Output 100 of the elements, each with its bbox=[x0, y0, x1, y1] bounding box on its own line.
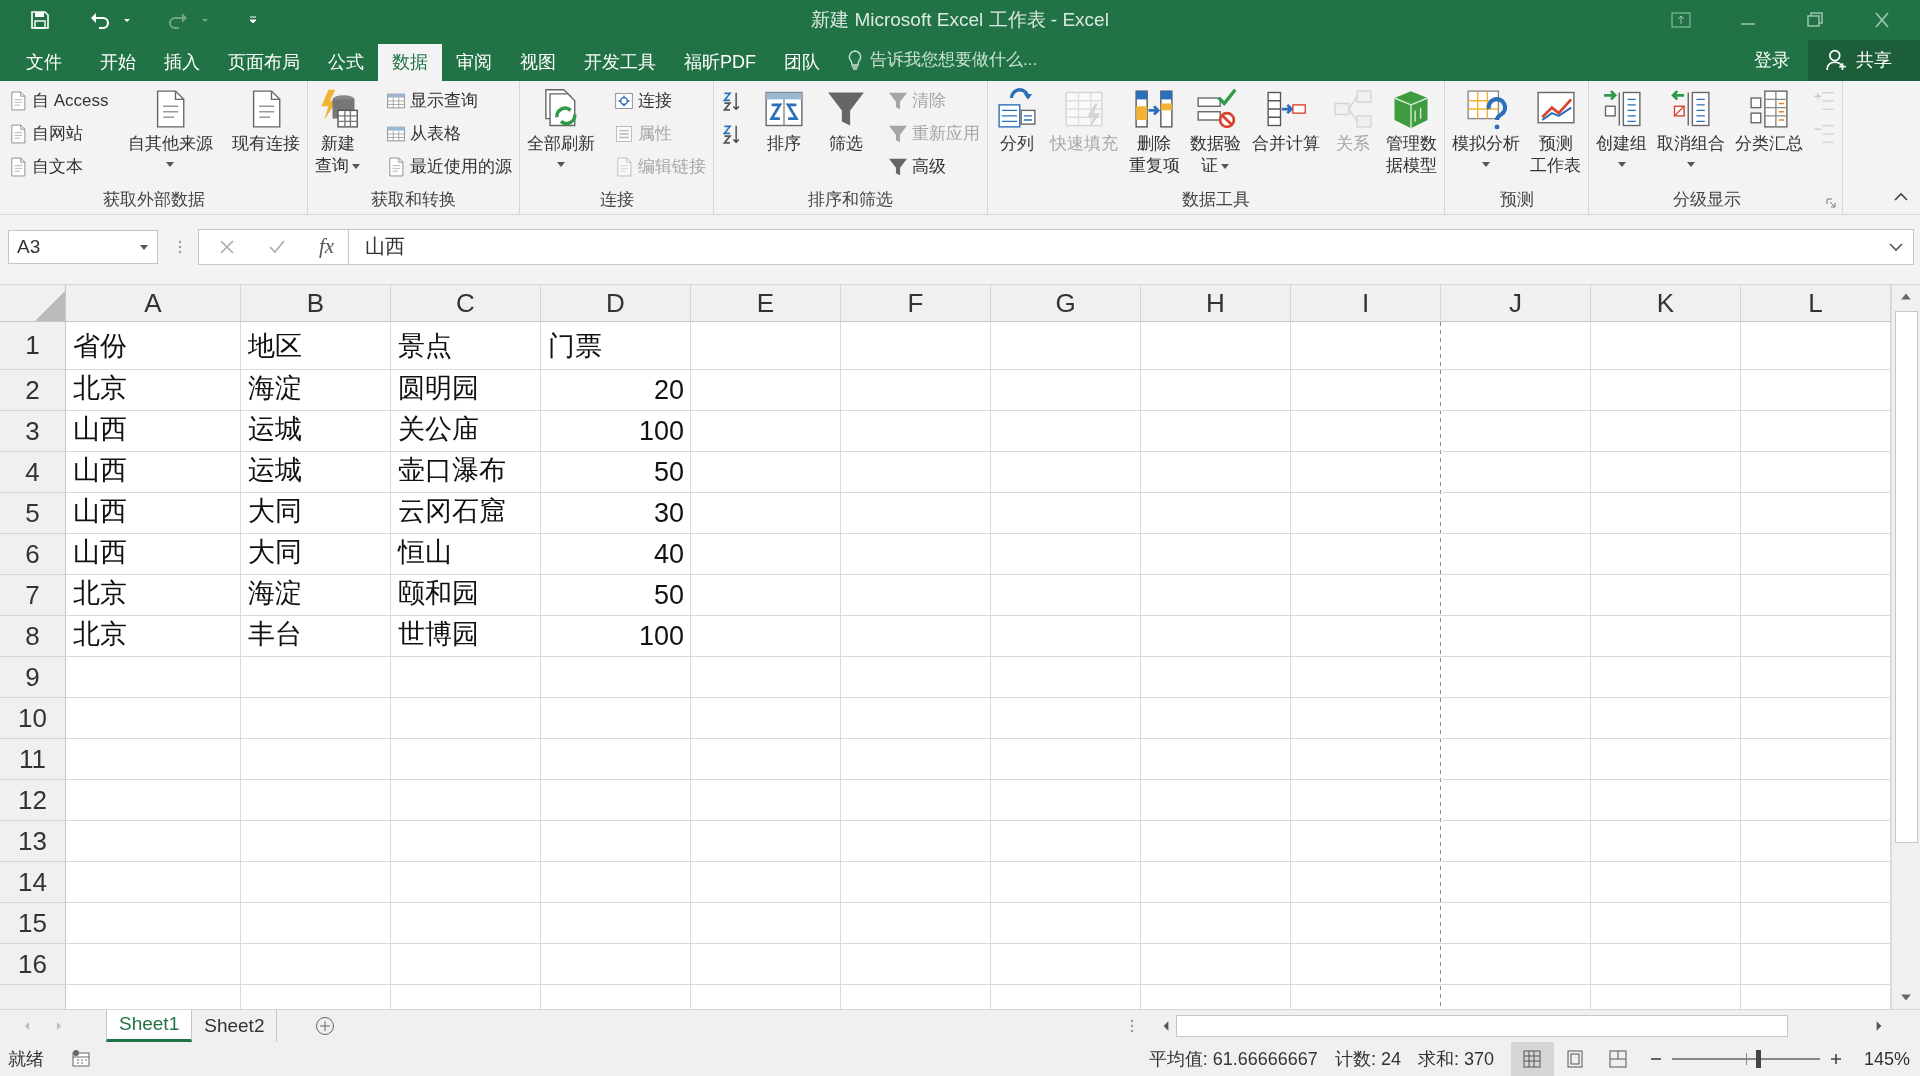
ribbon-button[interactable]: 自文本 bbox=[4, 150, 112, 183]
zoom-slider-thumb[interactable] bbox=[1755, 1050, 1761, 1068]
tell-me-field[interactable]: 告诉我您想要做什么... bbox=[868, 49, 1172, 72]
column-header[interactable]: E bbox=[691, 285, 841, 323]
column-header[interactable]: J bbox=[1441, 285, 1591, 323]
scroll-thumb[interactable] bbox=[1176, 1015, 1788, 1038]
dialog-launcher-icon[interactable] bbox=[1826, 197, 1836, 208]
macro-recording-icon[interactable] bbox=[72, 1050, 92, 1068]
ribbon-button[interactable]: 数据验 证 bbox=[1187, 84, 1245, 179]
ribbon-button[interactable]: 合并计算 bbox=[1249, 84, 1324, 157]
ribbon-button[interactable]: 删除 重复项 bbox=[1125, 84, 1183, 179]
ribbon-button[interactable]: 管理数 据模型 bbox=[1382, 84, 1440, 179]
ribbon-button[interactable]: 连接 bbox=[610, 84, 709, 117]
row-header[interactable]: 6 bbox=[0, 534, 66, 576]
ribbon-tab[interactable]: 公式 bbox=[314, 43, 378, 81]
next-sheet-icon[interactable] bbox=[54, 1021, 64, 1032]
close-icon[interactable] bbox=[1872, 11, 1892, 28]
ribbon-tab[interactable]: 审阅 bbox=[442, 43, 506, 81]
ribbon-button[interactable]: 自 Access bbox=[4, 84, 112, 117]
formula-field[interactable]: 山西 bbox=[349, 228, 1914, 265]
row-header[interactable]: 2 bbox=[0, 370, 66, 412]
ribbon-button[interactable]: 自网站 bbox=[4, 117, 112, 150]
ribbon-button[interactable]: 新建 查询 bbox=[312, 84, 364, 179]
ribbon-tab[interactable]: 团队 bbox=[770, 43, 834, 81]
ribbon-tab[interactable]: 页面布局 bbox=[214, 43, 314, 81]
sheet-tab[interactable]: Sheet1 bbox=[106, 1009, 193, 1042]
check-icon[interactable] bbox=[269, 238, 285, 255]
ribbon-button[interactable]: 排序 bbox=[758, 84, 809, 157]
zoom-in-icon[interactable] bbox=[1829, 1053, 1842, 1065]
select-all-button[interactable] bbox=[0, 285, 66, 323]
ribbon-button[interactable]: 创建组 bbox=[1593, 84, 1650, 171]
expand-icon[interactable] bbox=[1889, 241, 1903, 252]
column-header[interactable]: A bbox=[66, 285, 241, 323]
ribbon-button[interactable]: 从表格 bbox=[382, 117, 515, 150]
customize-toolbar-icon[interactable] bbox=[248, 14, 258, 25]
group-label: 数据工具 bbox=[1181, 188, 1251, 211]
ribbon-display-icon[interactable] bbox=[1671, 11, 1691, 28]
expand-icon bbox=[1813, 89, 1835, 112]
row-header[interactable]: 7 bbox=[0, 575, 66, 617]
scroll-thumb[interactable] bbox=[1894, 311, 1918, 844]
ribbon-button[interactable]: 筛选 bbox=[821, 84, 872, 157]
row-header[interactable]: 15 bbox=[0, 903, 66, 945]
row-header[interactable]: 11 bbox=[0, 739, 66, 781]
row-header[interactable]: 12 bbox=[0, 780, 66, 822]
column-header[interactable]: L bbox=[1741, 285, 1891, 323]
drag-handle-icon[interactable] bbox=[178, 238, 182, 255]
ribbon-button[interactable]: 现有连接 bbox=[229, 84, 303, 157]
ribbon-button[interactable]: 全部刷新 bbox=[524, 84, 598, 171]
row-header[interactable]: 13 bbox=[0, 821, 66, 863]
vertical-scrollbar[interactable] bbox=[1891, 285, 1920, 1010]
row-header[interactable]: 1 bbox=[0, 322, 66, 371]
ribbon-button[interactable]: 预测 工作表 bbox=[1527, 84, 1584, 179]
page-layout-view-icon bbox=[1565, 1049, 1586, 1069]
ribbon-button[interactable]: 取消组合 bbox=[1654, 84, 1728, 171]
ribbon-button[interactable]: 模拟分析 bbox=[1449, 84, 1523, 171]
row-header[interactable]: 8 bbox=[0, 616, 66, 658]
ribbon-button[interactable]: 高级 bbox=[883, 150, 983, 183]
cancel-icon[interactable] bbox=[219, 238, 235, 255]
column-header[interactable]: F bbox=[841, 285, 991, 323]
share-button[interactable]: 共享 bbox=[1808, 39, 1920, 81]
column-header[interactable]: H bbox=[1141, 285, 1291, 323]
name-box[interactable]: A3 bbox=[8, 229, 158, 264]
ribbon-tab[interactable]: 视图 bbox=[506, 43, 570, 81]
zoom-level[interactable]: 145% bbox=[1863, 1048, 1910, 1070]
sheet-tab[interactable]: Sheet2 bbox=[192, 1009, 278, 1042]
collapse-ribbon-icon[interactable] bbox=[1894, 191, 1908, 202]
ribbon-tab[interactable]: 文件 bbox=[0, 43, 86, 81]
ribbon-tab[interactable]: 开始 bbox=[86, 43, 150, 81]
page-break-view-icon bbox=[1608, 1049, 1629, 1069]
row-header[interactable]: 14 bbox=[0, 862, 66, 904]
drag-handle-icon[interactable] bbox=[1130, 1018, 1134, 1035]
validation-icon bbox=[1194, 86, 1238, 131]
ribbon-button[interactable]: 分类汇总 bbox=[1732, 84, 1806, 157]
row-header[interactable]: 5 bbox=[0, 493, 66, 535]
ribbon-button[interactable]: 分列 bbox=[992, 84, 1042, 157]
row-header[interactable]: 10 bbox=[0, 698, 66, 740]
ribbon-button[interactable]: 自其他来源 bbox=[124, 84, 216, 171]
add-sheet-icon[interactable] bbox=[315, 1016, 336, 1037]
row-header[interactable]: 4 bbox=[0, 452, 66, 494]
view-button[interactable] bbox=[1510, 1042, 1554, 1076]
column-header[interactable]: K bbox=[1591, 285, 1741, 323]
column-header[interactable]: C bbox=[391, 285, 541, 323]
ribbon-tab[interactable]: 福昕PDF bbox=[670, 43, 770, 81]
ribbon-button[interactable]: 最近使用的源 bbox=[382, 150, 515, 183]
column-header[interactable]: G bbox=[991, 285, 1141, 323]
column-header[interactable]: D bbox=[541, 285, 691, 323]
ribbon-button[interactable]: 显示查询 bbox=[382, 84, 515, 117]
column-header[interactable]: I bbox=[1291, 285, 1441, 323]
restore-icon[interactable] bbox=[1805, 11, 1825, 28]
ribbon-tab[interactable]: 数据 bbox=[378, 43, 442, 81]
ribbon-tab[interactable]: 插入 bbox=[150, 43, 214, 81]
ribbon-tab[interactable]: 开发工具 bbox=[570, 43, 670, 81]
insert-function-button[interactable]: fx bbox=[319, 234, 335, 260]
save-icon[interactable] bbox=[30, 9, 50, 30]
row-header[interactable]: 3 bbox=[0, 411, 66, 453]
table-cell-text: 大同 bbox=[247, 536, 303, 570]
row-header[interactable]: 16 bbox=[0, 944, 66, 986]
sign-in-link[interactable]: 登录 bbox=[1736, 39, 1808, 81]
column-header[interactable]: B bbox=[241, 285, 391, 323]
row-header[interactable]: 9 bbox=[0, 657, 66, 699]
